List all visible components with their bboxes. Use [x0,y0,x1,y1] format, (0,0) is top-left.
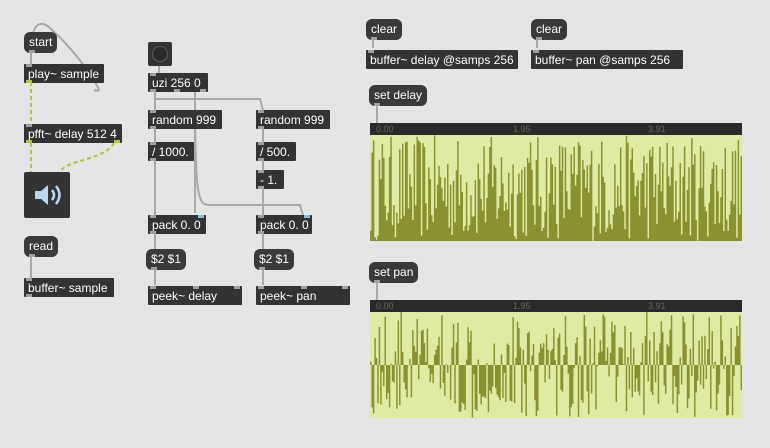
waveform-bars [370,312,742,418]
buffer-pan-label: buffer~ pan @samps 256 [535,53,671,67]
set-delay-message[interactable]: set delay [369,85,428,106]
buffer-delay-object[interactable]: buffer~ delay @samps 256 [366,50,518,69]
outlet[interactable] [114,140,120,143]
buffer-delay-label: buffer~ delay @samps 256 [370,53,514,67]
outlet[interactable] [150,126,156,129]
uzi-object[interactable]: uzi 256 0 [148,73,208,92]
set-pan-message[interactable]: set pan [369,262,419,283]
waveform-pan-plot [370,312,742,418]
clear-delay-message[interactable]: clear [366,19,403,40]
msg-right[interactable]: $2 $1 [254,249,295,270]
random-right-label: random 999 [260,113,325,127]
waveform-bars [370,135,742,241]
buffer-sample-object[interactable]: buffer~ sample [24,278,114,297]
minus-1-object[interactable]: - 1. [256,170,284,189]
bang-button[interactable] [148,42,172,66]
set-pan-label: set pan [374,265,414,279]
random-left-object[interactable]: random 999 [148,110,222,129]
buffer-pan-object[interactable]: buffer~ pan @samps 256 [531,50,683,69]
outlet[interactable] [374,280,380,283]
set-delay-label: set delay [374,88,423,102]
msg-left-label: $2 $1 [151,252,182,266]
inlet[interactable] [234,286,240,289]
ruler-label: 0.00 [376,301,394,311]
outlet[interactable] [150,89,156,92]
bang-button-icon [152,46,168,62]
ruler-label: 1.95 [513,124,531,134]
outlet[interactable] [151,267,157,270]
random-right-object[interactable]: random 999 [256,110,330,129]
msg-right-label: $2 $1 [259,252,290,266]
uzi-label: uzi 256 0 [152,76,201,90]
peek-pan-label: peek~ pan [260,289,317,303]
div-500-object[interactable]: / 500. [256,142,296,161]
div-500-label: / 500. [260,145,291,159]
read-message-label: read [29,239,54,253]
buffer-sample-label: buffer~ sample [28,281,108,295]
cable-pfft-right-to-dac [59,142,115,173]
ruler-label: 1.95 [513,301,531,311]
outlet[interactable] [536,37,542,40]
outlet[interactable] [258,126,264,129]
read-message[interactable]: read [24,236,59,257]
outlet[interactable] [258,158,264,161]
clear-delay-label: clear [371,22,398,36]
outlet[interactable] [374,103,380,106]
outlet[interactable] [29,254,35,257]
ruler-label: 3.91 [648,301,666,311]
peek-delay-label: peek~ delay [152,289,218,303]
outlet[interactable] [150,158,156,161]
outlet[interactable] [26,294,32,297]
pfft-delay-object[interactable]: pfft~ delay 512 4 [24,124,122,143]
waveform-delay[interactable]: 0.00 1.95 3.91 [370,123,742,241]
peek-delay-object[interactable]: peek~ delay [148,286,242,305]
waveform-pan-ruler: 0.00 1.95 3.91 [370,300,742,312]
ruler-label: 3.91 [648,124,666,134]
play-sample-label: play~ sample [28,67,100,81]
pack-left-object[interactable]: pack 0. 0 [148,215,206,234]
pack-left-label: pack 0. 0 [152,218,201,232]
play-sample-object[interactable]: play~ sample [24,64,104,83]
minus-1-label: - 1. [260,173,278,187]
pack-right-object[interactable]: pack 0. 0 [256,215,312,234]
msg-left[interactable]: $2 $1 [146,249,187,270]
pfft-delay-label: pfft~ delay 512 4 [28,127,117,141]
ezdac-speaker[interactable] [24,172,70,218]
peek-pan-object[interactable]: peek~ pan [256,286,350,305]
outlet[interactable] [26,80,32,83]
outlet[interactable] [258,186,264,189]
inlet[interactable] [342,286,348,289]
outlet[interactable] [150,231,156,234]
div-1000-object[interactable]: / 1000. [148,142,194,161]
patcher-canvas[interactable]: start play~ sample pfft~ delay 512 4 rea… [0,0,770,448]
start-message-label: start [29,35,53,49]
waveform-delay-ruler: 0.00 1.95 3.91 [370,123,742,135]
outlet[interactable] [29,50,35,53]
outlet[interactable] [371,37,377,40]
random-left-label: random 999 [152,113,217,127]
outlet[interactable] [174,89,180,92]
ruler-label: 0.00 [376,124,394,134]
clear-pan-message[interactable]: clear [531,19,568,40]
start-message[interactable]: start [24,32,58,53]
outlet[interactable] [26,140,32,143]
clear-pan-label: clear [536,22,563,36]
speaker-icon [35,185,61,205]
waveform-delay-plot [370,135,742,241]
waveform-pan[interactable]: 0.00 1.95 3.91 [370,300,742,418]
pack-right-label: pack 0. 0 [260,218,309,232]
outlet[interactable] [200,89,206,92]
outlet[interactable] [258,231,264,234]
div-1000-label: / 1000. [152,145,189,159]
outlet[interactable] [259,267,265,270]
cable-uzi-to-random-right [155,98,264,111]
